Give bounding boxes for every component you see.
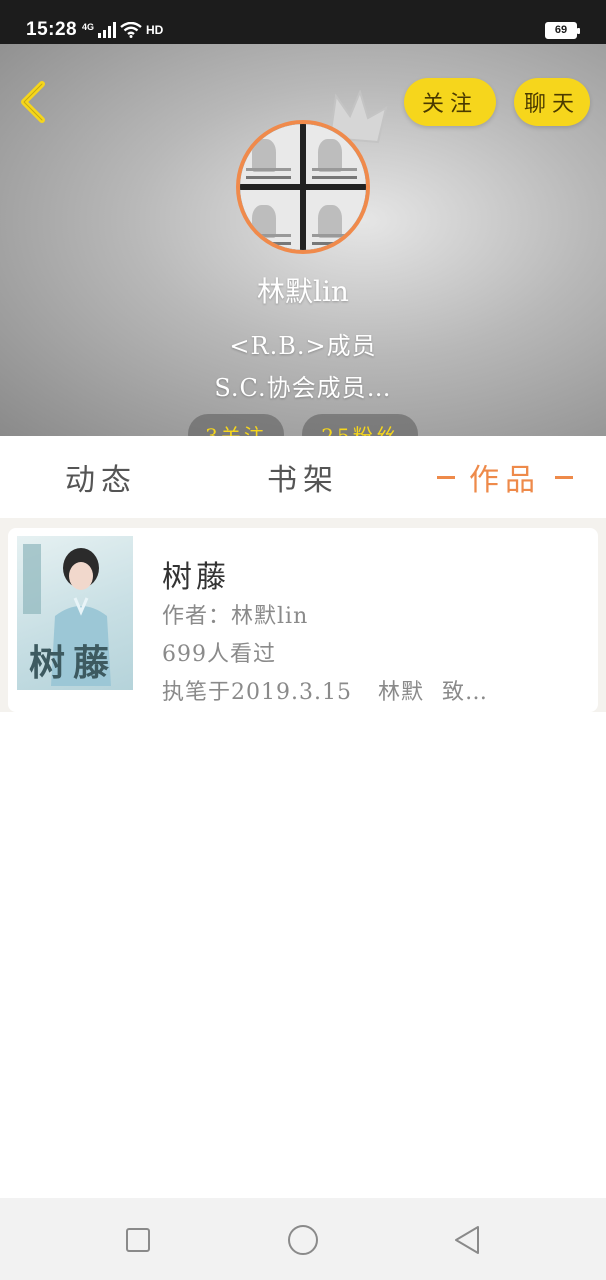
wifi-icon <box>120 22 142 38</box>
status-bar: 15:28 4G HD 69 <box>0 0 606 44</box>
tab-label: 书架 <box>267 463 339 498</box>
work-cover: 树藤 <box>17 536 133 690</box>
avatar[interactable] <box>236 120 370 254</box>
cover-title: 树藤 <box>29 642 118 684</box>
hd-indicator: HD <box>146 23 164 37</box>
network-type: 4G <box>82 21 95 32</box>
work-signature: 林默 <box>377 680 424 705</box>
system-nav-bar <box>0 1198 606 1280</box>
tab-label: 作品 <box>469 463 541 498</box>
cover-decoration <box>23 544 41 614</box>
status-icons: 4G HD <box>82 18 163 42</box>
status-time: 15:28 <box>26 19 78 40</box>
work-date-text: 执笔于2019.3.15 <box>162 680 352 705</box>
avatar-panel <box>240 190 300 250</box>
battery-level: 69 <box>554 24 568 36</box>
avatar-panel <box>240 124 300 184</box>
tab-works[interactable]: 作品 <box>404 436 606 518</box>
back-button[interactable] <box>14 80 54 124</box>
follow-button[interactable]: 关注 <box>404 78 496 126</box>
bio-line: S.C.协会成员… <box>214 374 392 402</box>
work-card[interactable]: 树藤 树藤 作者：林默lin 699人看过 执笔于2019.3.15 林默 致… <box>8 528 598 712</box>
profile-header: 关注 聊天 林默lin <R.B.>成员 S.C.协会成员… 3关注 25粉丝 <box>0 44 606 436</box>
profile-tabs: 动态 书架 作品 <box>0 436 606 518</box>
following-count[interactable]: 3关注 <box>188 414 284 436</box>
fans-count[interactable]: 25粉丝 <box>302 414 418 436</box>
chat-button[interactable]: 聊天 <box>514 78 590 126</box>
tab-label: 动态 <box>65 463 137 498</box>
tab-indicator <box>555 475 573 479</box>
avatar-panel <box>306 124 366 184</box>
avatar-image <box>240 124 366 250</box>
empty-space <box>0 712 606 1198</box>
work-views: 699人看过 <box>162 642 276 667</box>
circle-icon[interactable] <box>285 1222 321 1258</box>
works-list: 树藤 树藤 作者：林默lin 699人看过 执笔于2019.3.15 林默 致… <box>0 518 606 712</box>
battery-icon: 69 <box>545 22 580 39</box>
work-dedication: 致… <box>441 680 488 705</box>
work-date: 执笔于2019.3.15 林默 致… <box>162 674 488 706</box>
triangle-left-icon[interactable] <box>450 1222 486 1258</box>
bio-line: <R.B.>成员 <box>229 332 377 360</box>
signal-icon <box>98 22 117 38</box>
work-author: 作者：林默lin <box>162 604 309 629</box>
avatar-panel <box>306 190 366 250</box>
work-title: 树藤 <box>162 560 230 595</box>
square-icon[interactable] <box>120 1222 156 1258</box>
chevron-left-icon <box>21 81 45 123</box>
tab-bookshelf[interactable]: 书架 <box>202 436 404 518</box>
tab-indicator <box>437 475 455 479</box>
tab-moments[interactable]: 动态 <box>0 436 202 518</box>
user-name: 林默lin <box>257 275 349 308</box>
